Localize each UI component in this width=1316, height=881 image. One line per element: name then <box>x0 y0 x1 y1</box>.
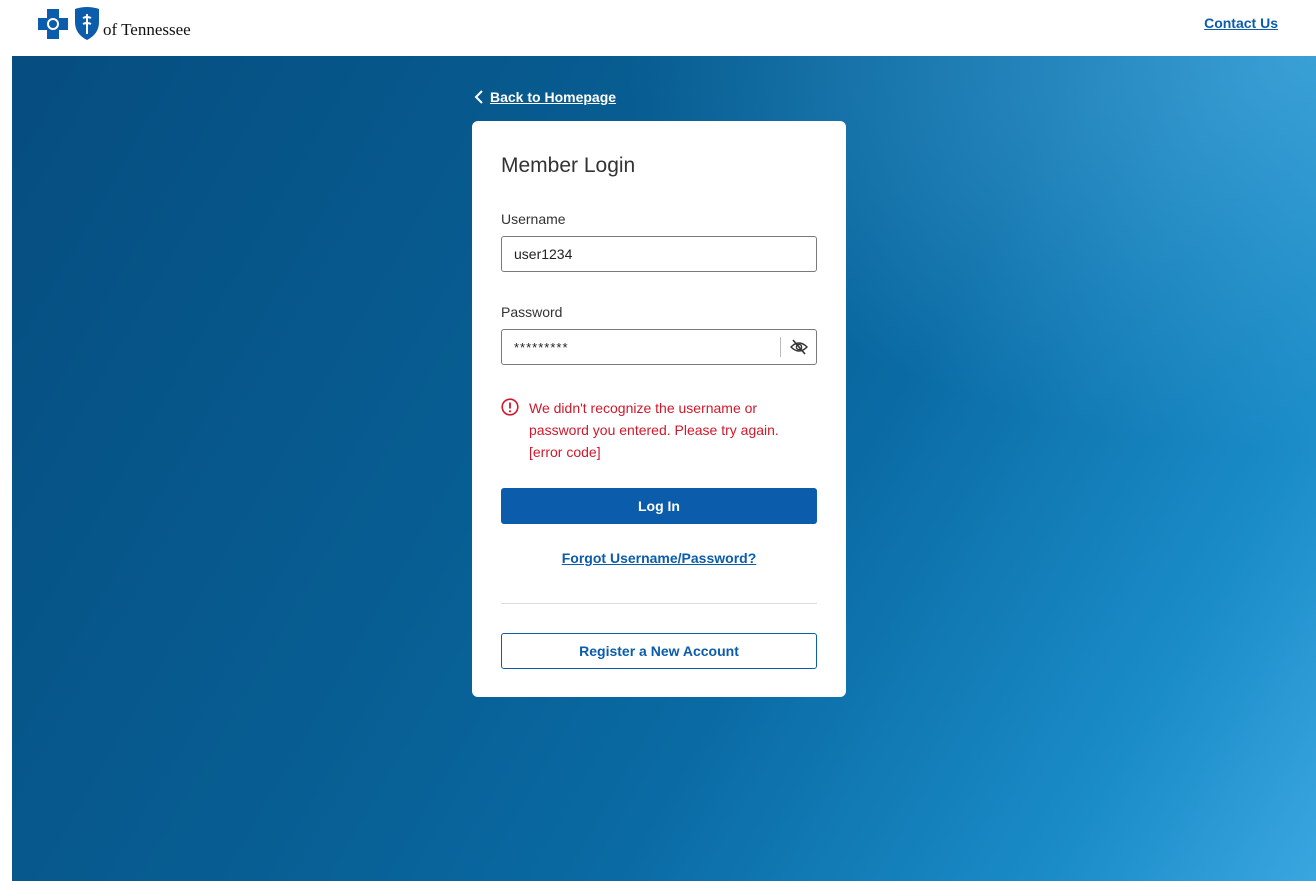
username-field[interactable]: user1234 <box>501 236 817 272</box>
chevron-left-icon <box>474 90 483 104</box>
error-line: [error code] <box>529 444 601 460</box>
username-value: user1234 <box>514 246 573 262</box>
log-in-button[interactable]: Log In <box>501 488 817 524</box>
login-error-message: We didn't recognize the username or pass… <box>501 397 811 463</box>
login-card: Member Login Username user1234 Password … <box>472 121 846 697</box>
password-value: ********* <box>514 339 569 355</box>
password-field[interactable]: ********* <box>501 329 817 365</box>
password-toggle-divider <box>780 337 781 357</box>
blue-cross-icon <box>38 9 68 39</box>
back-to-homepage-link[interactable]: Back to Homepage <box>474 89 616 105</box>
brand-text: of Tennessee <box>103 20 191 39</box>
error-line: password you entered. Please try again. <box>529 422 779 438</box>
page-title: Member Login <box>501 154 636 177</box>
contact-us-link[interactable]: Contact Us <box>1204 15 1278 31</box>
register-new-account-button[interactable]: Register a New Account <box>501 633 817 669</box>
error-line: We didn't recognize the username or <box>529 400 758 416</box>
error-text: We didn't recognize the username or pass… <box>529 397 779 463</box>
brand-logo[interactable]: of Tennessee <box>36 2 191 46</box>
blue-shield-icon <box>75 7 99 40</box>
back-link-label: Back to Homepage <box>490 89 617 105</box>
top-header: of Tennessee Contact Us <box>0 0 1316 56</box>
eye-slash-icon[interactable] <box>790 338 808 356</box>
username-label: Username <box>501 211 566 227</box>
alert-circle-icon <box>501 398 519 416</box>
divider <box>501 603 817 604</box>
password-label: Password <box>501 304 563 320</box>
forgot-username-password-link[interactable]: Forgot Username/Password? <box>472 550 846 566</box>
